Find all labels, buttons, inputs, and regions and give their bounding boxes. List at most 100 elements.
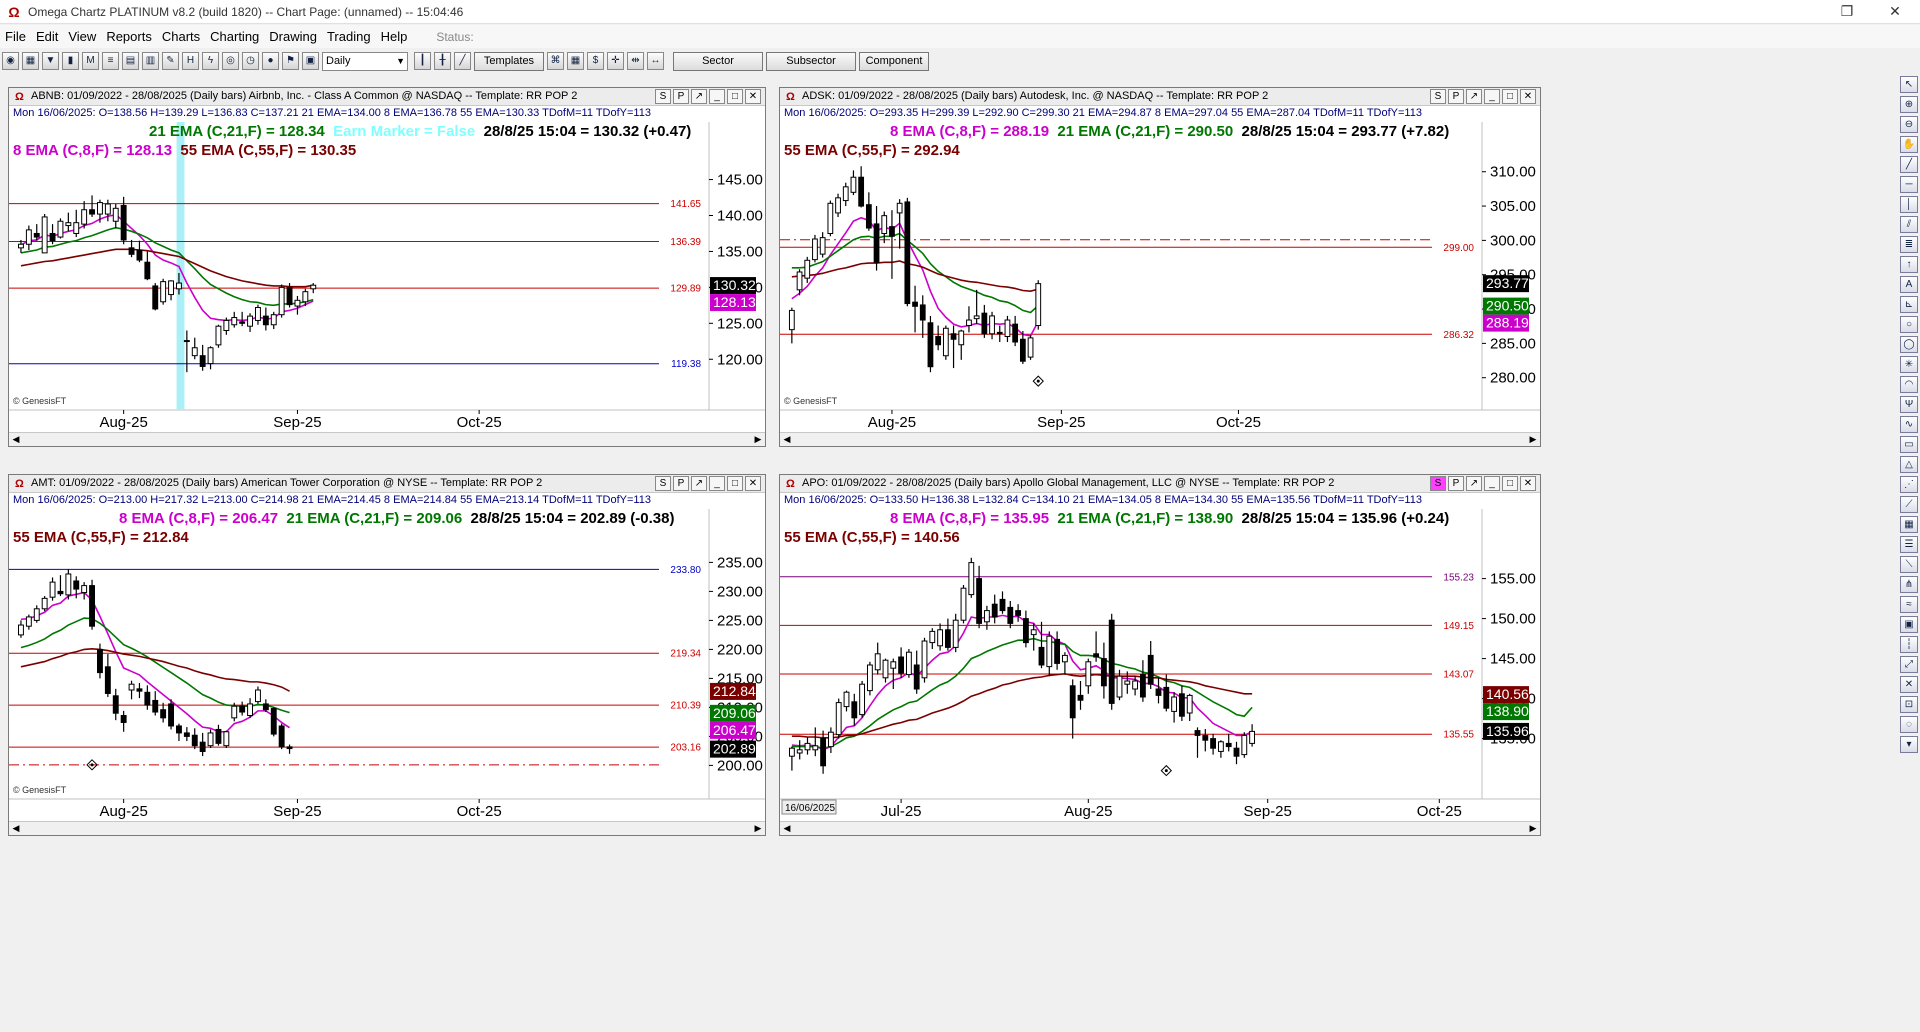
maximize-button[interactable]: □ [1502,89,1518,104]
trend-line-icon[interactable]: ╱ [1900,156,1918,173]
interval-select[interactable]: Daily ▼ [322,51,408,71]
close-panel-button[interactable]: ✕ [745,476,761,491]
scroll-down-icon[interactable]: ▾ [1900,736,1918,753]
close-panel-button[interactable]: ✕ [1520,476,1536,491]
line-chart-icon[interactable]: ╱ [454,52,471,70]
horizontal-scrollbar[interactable]: ◀ ▶ [9,821,765,835]
fib-icon[interactable]: ≣ [1900,236,1918,253]
chart-icon[interactable]: ◉ [2,52,19,70]
minimize-button[interactable]: _ [1484,89,1500,104]
layout-icon[interactable]: ▥ [142,52,159,70]
menu-charts[interactable]: Charts [157,29,205,44]
menu-charting[interactable]: Charting [205,29,264,44]
bar-chart-icon[interactable]: ▮ [62,52,79,70]
record-icon[interactable]: ● [262,52,279,70]
minimize-button[interactable]: _ [1484,476,1500,491]
minimize-button[interactable]: _ [709,476,725,491]
candle-chart-icon[interactable]: ┃ [414,52,431,70]
horizontal-scrollbar[interactable]: ◀ ▶ [780,432,1540,446]
menu-trading[interactable]: Trading [322,29,376,44]
lock-icon[interactable]: ⊡ [1900,696,1918,713]
pitchfork-icon[interactable]: Ψ [1900,396,1918,413]
fan-icon[interactable]: ⟋ [1900,496,1918,513]
print-button[interactable]: P [1448,476,1464,491]
target-icon[interactable]: ◎ [222,52,239,70]
minimize-button[interactable]: _ [709,89,725,104]
text-icon[interactable]: A [1900,276,1918,293]
scroll-right-icon[interactable]: ▶ [1526,822,1540,835]
chart-panel-apo[interactable]: Ω APO: 01/09/2022 - 28/08/2025 (Daily bar… [779,474,1541,836]
merge-icon[interactable]: ↔ [647,52,664,70]
projection-icon[interactable]: ⤢ [1900,656,1918,673]
list-icon[interactable]: ≡ [102,52,119,70]
ladder-icon[interactable]: H [182,52,199,70]
delete-icon[interactable]: ✕ [1900,676,1918,693]
maximize-button[interactable]: □ [727,476,743,491]
table-icon[interactable]: ▦ [567,52,584,70]
gann-icon[interactable]: ✳ [1900,356,1918,373]
ellipse-icon[interactable]: ◯ [1900,336,1918,353]
print-button[interactable]: P [673,89,689,104]
restore-icon[interactable]: ❐ [1824,0,1870,24]
filter-icon[interactable]: ▼ [42,52,59,70]
menu-help[interactable]: Help [376,29,413,44]
vertical-line-icon[interactable]: │ [1900,196,1918,213]
scroll-left-icon[interactable]: ◀ [9,822,23,835]
ruler-icon[interactable]: ⊾ [1900,296,1918,313]
regression-icon[interactable]: ⟍ [1900,556,1918,573]
settings-button[interactable]: S [1430,476,1446,491]
scan-icon[interactable]: ▦ [22,52,39,70]
chart-panel-amt[interactable]: Ω AMT: 01/09/2022 - 28/08/2025 (Daily bar… [8,474,766,836]
popout-icon[interactable]: ↗ [691,476,707,491]
maximize-button[interactable]: □ [1502,476,1518,491]
subsector-button[interactable]: Subsector [766,51,856,71]
flag-icon[interactable]: ⚑ [282,52,299,70]
chart-panel-adsk[interactable]: Ω ADSK: 01/09/2022 - 28/08/2025 (Daily ba… [779,87,1541,447]
ohlc-chart-icon[interactable]: ╂ [434,52,451,70]
close-icon[interactable]: ✕ [1872,0,1918,24]
wave-icon[interactable]: ≈ [1900,596,1918,613]
andrews-icon[interactable]: ⋔ [1900,576,1918,593]
print-button[interactable]: P [1448,89,1464,104]
maximize-button[interactable]: □ [727,89,743,104]
cycle-icon[interactable]: ∿ [1900,416,1918,433]
zoom-out-icon[interactable]: ⊖ [1900,116,1918,133]
box-icon[interactable]: ▣ [1900,616,1918,633]
menu-drawing[interactable]: Drawing [264,29,322,44]
close-panel-button[interactable]: ✕ [1520,89,1536,104]
settings-button[interactable]: S [655,476,671,491]
print-button[interactable]: P [673,476,689,491]
popout-icon[interactable]: ↗ [1466,476,1482,491]
level-icon[interactable]: ☰ [1900,536,1918,553]
popout-icon[interactable]: ↗ [1466,89,1482,104]
grid-lines-icon[interactable]: ▦ [1900,516,1918,533]
scroll-right-icon[interactable]: ▶ [751,822,765,835]
pointer-icon[interactable]: ↖ [1900,76,1918,93]
zoom-in-icon[interactable]: ⊕ [1900,96,1918,113]
component-button[interactable]: Component [859,51,929,71]
chart-panel-abnb[interactable]: Ω ABNB: 01/09/2022 - 28/08/2025 (Daily ba… [8,87,766,447]
templates-button[interactable]: Templates [474,51,544,71]
close-panel-button[interactable]: ✕ [745,89,761,104]
settings-button[interactable]: S [655,89,671,104]
grid-icon[interactable]: ▤ [122,52,139,70]
menu-reports[interactable]: Reports [101,29,157,44]
scroll-left-icon[interactable]: ◀ [9,433,23,446]
menu-edit[interactable]: Edit [31,29,63,44]
dollar-icon[interactable]: $ [587,52,604,70]
rectangle-icon[interactable]: ▭ [1900,436,1918,453]
popout-icon[interactable]: ↗ [691,89,707,104]
hide-icon[interactable]: ◌ [1900,716,1918,733]
arc-icon[interactable]: ◠ [1900,376,1918,393]
network-icon[interactable]: ⌘ [547,52,564,70]
lightning-icon[interactable]: ϟ [202,52,219,70]
news-icon[interactable]: ▣ [302,52,319,70]
menu-file[interactable]: File [0,29,31,44]
indicator-icon[interactable]: M [82,52,99,70]
split-icon[interactable]: ⇹ [627,52,644,70]
settings-button[interactable]: S [1430,89,1446,104]
speed-line-icon[interactable]: ⋰ [1900,476,1918,493]
scroll-left-icon[interactable]: ◀ [780,433,794,446]
scroll-right-icon[interactable]: ▶ [1526,433,1540,446]
scroll-right-icon[interactable]: ▶ [751,433,765,446]
